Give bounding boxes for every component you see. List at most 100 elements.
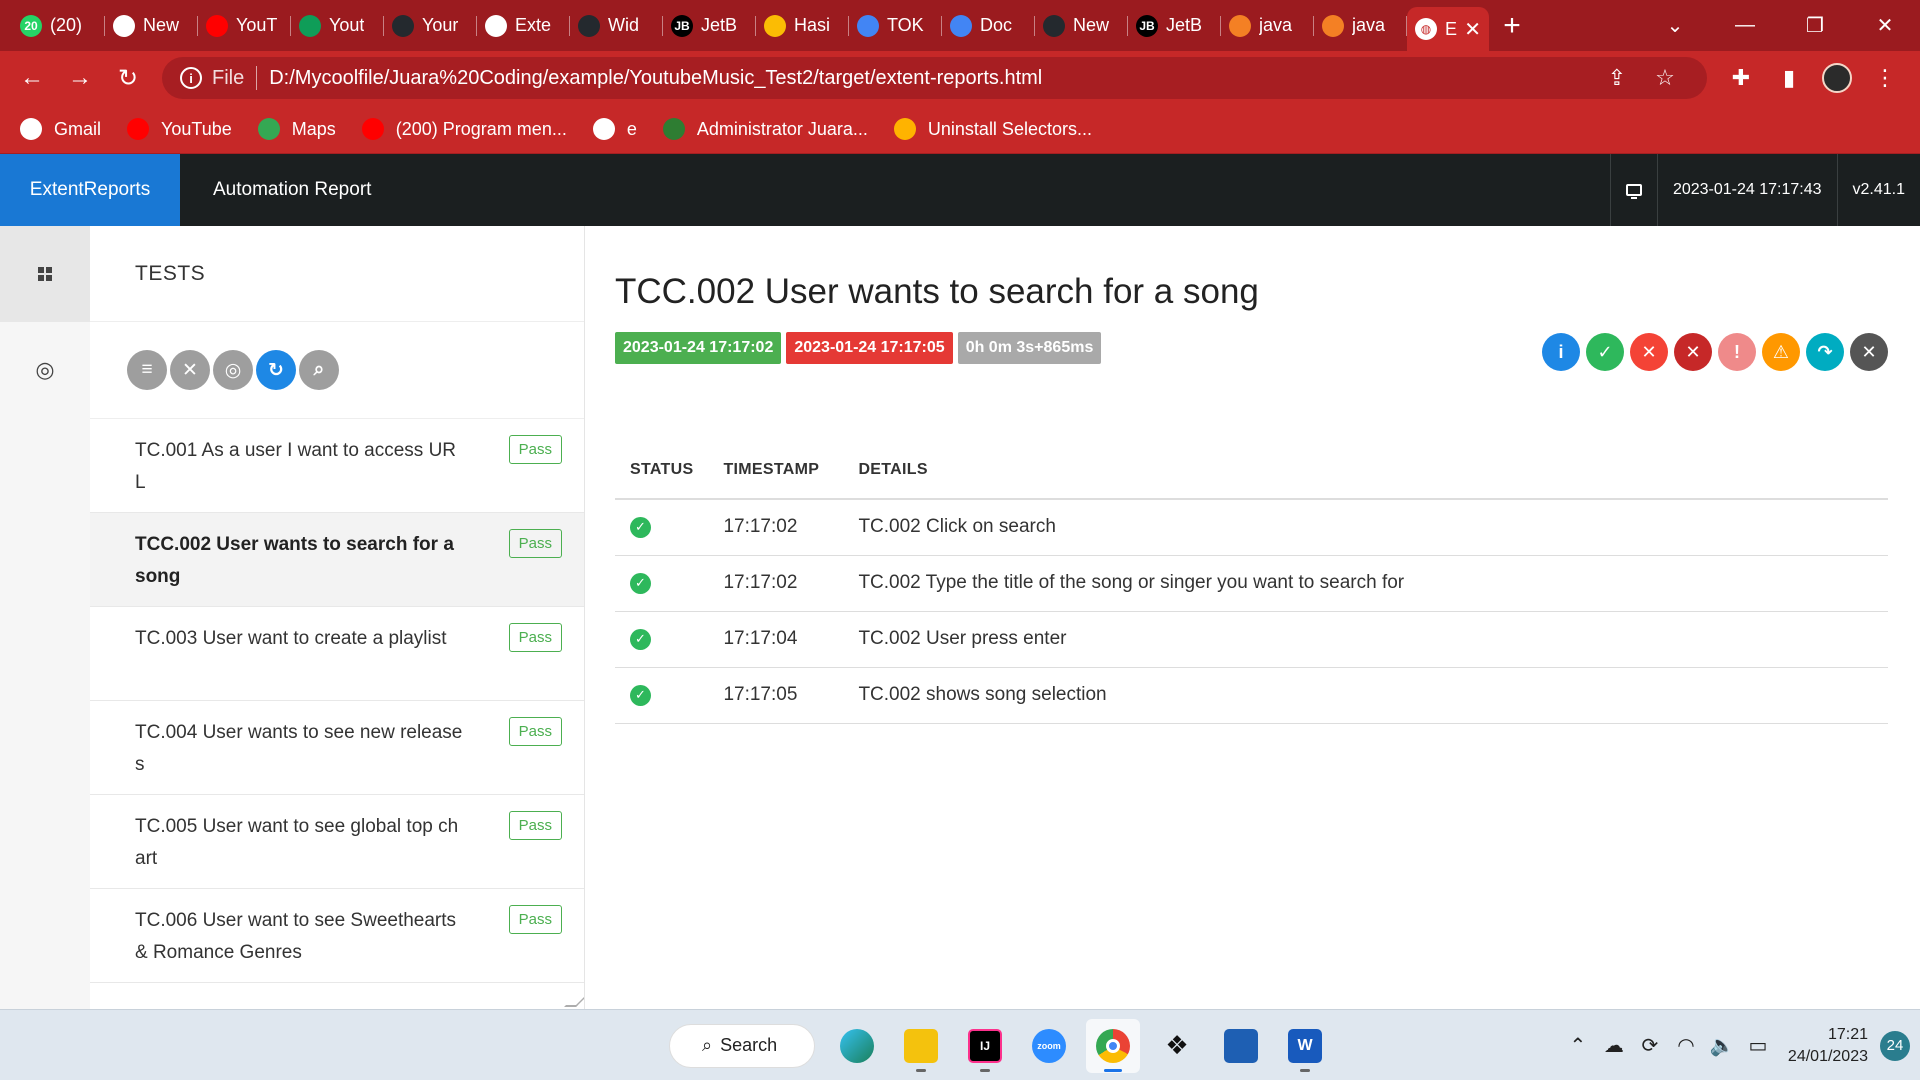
jetbrains-icon: JB xyxy=(671,14,693,37)
bookmark-item[interactable]: Gmail xyxy=(20,118,101,140)
menu-icon[interactable]: ⋮ xyxy=(1861,65,1909,91)
share-icon[interactable]: ⇪ xyxy=(1593,65,1641,91)
taskbar-dropbox[interactable]: ❖ xyxy=(1150,1019,1204,1073)
bookmark-item[interactable]: e xyxy=(592,118,637,140)
close-tab-icon[interactable]: ✕ xyxy=(1464,17,1481,42)
bookmark-item[interactable]: Uninstall Selectors... xyxy=(893,118,1092,140)
extensions-icon[interactable]: ✚ xyxy=(1717,65,1765,91)
new-tab-button[interactable]: + xyxy=(1489,9,1535,43)
warning-icon[interactable]: ⚠ xyxy=(1762,333,1800,371)
profile-avatar[interactable] xyxy=(1822,63,1852,93)
refresh-icon[interactable]: ↻ xyxy=(256,350,296,390)
radar-icon: ◎ xyxy=(35,357,55,382)
filter-clear-icon[interactable]: ✕ xyxy=(170,350,210,390)
fail-icon[interactable]: ✕ xyxy=(1630,333,1668,371)
google-icon xyxy=(20,118,42,140)
browser-tab[interactable]: Doc xyxy=(942,8,1035,44)
bookmark-item[interactable]: Maps xyxy=(257,118,336,140)
url-text[interactable]: D:/Mycoolfile/Juara%20Coding/example/You… xyxy=(269,67,1593,90)
monitor-icon[interactable] xyxy=(1609,154,1657,226)
volume-icon[interactable]: 🔈 xyxy=(1704,1033,1740,1058)
taskbar: ⌕ Search IJ zoom ❖ W ⌃ ☁ ⟳ ◠ 🔈 ▭ 17:21 2… xyxy=(0,1009,1920,1080)
test-list-item[interactable]: TC.003 User want to create a playlist Pas… xyxy=(90,607,584,701)
browser-tab[interactable]: JB JetB xyxy=(1128,8,1221,44)
left-nav: ◎ xyxy=(0,226,90,1009)
battery-icon[interactable]: ▭ xyxy=(1740,1033,1776,1058)
test-list-item[interactable]: TC.001 As a user I want to access URL Pas… xyxy=(90,419,584,513)
word-icon: W xyxy=(1288,1028,1322,1063)
bookmark-item[interactable]: (200) Program men... xyxy=(361,118,567,140)
globe-icon xyxy=(485,14,507,37)
sync-icon[interactable]: ⟳ xyxy=(1632,1033,1668,1058)
tab-search-icon[interactable]: ⌄ xyxy=(1640,13,1710,38)
minimize-icon[interactable]: — xyxy=(1710,14,1780,37)
browser-tab[interactable]: JB JetB xyxy=(663,8,756,44)
test-list-item[interactable]: TC.006 User want to see Sweethearts & Ro… xyxy=(90,889,584,983)
reload-icon[interactable]: ↻ xyxy=(104,64,152,93)
browser-tab[interactable]: java xyxy=(1314,8,1407,44)
close-detail-icon[interactable]: ✕ xyxy=(1850,333,1888,371)
resize-handle-icon[interactable] xyxy=(564,995,584,1007)
browser-tab[interactable]: Hasi xyxy=(756,8,849,44)
wifi-icon[interactable]: ◠ xyxy=(1668,1033,1704,1058)
browser-tab[interactable]: Exte xyxy=(477,8,570,44)
log-row: ✓ 17:17:02 TC.002 Click on search xyxy=(615,499,1888,556)
chevron-up-icon[interactable]: ⌃ xyxy=(1560,1033,1596,1058)
test-list-item[interactable]: TC.004 User wants to see new releases Pas… xyxy=(90,701,584,795)
test-list-item[interactable]: TC.005 User want to see global top chart… xyxy=(90,795,584,889)
browser-tab[interactable]: TOK xyxy=(849,8,942,44)
taskbar-zoom[interactable]: zoom xyxy=(1022,1019,1076,1073)
browser-tab[interactable]: 20 (20) xyxy=(12,8,105,44)
end-time-tag: 2023-01-24 17:17:05 xyxy=(786,332,953,364)
maps-icon xyxy=(257,118,280,140)
browser-tab[interactable]: Yout xyxy=(291,8,384,44)
skip-icon[interactable]: ↷ xyxy=(1806,333,1844,371)
browser-tab[interactable]: New xyxy=(1035,8,1128,44)
filter-all-icon[interactable]: ≡ xyxy=(127,350,167,390)
browser-tab[interactable]: New xyxy=(105,8,198,44)
forward-icon[interactable]: → xyxy=(56,64,104,92)
brand-logo[interactable]: ExtentReports xyxy=(0,154,180,226)
test-list-item[interactable]: TCC.002 User wants to search for a song P… xyxy=(90,513,584,607)
bookmark-item[interactable]: Administrator Juara... xyxy=(662,118,868,140)
taskbar-edge[interactable] xyxy=(830,1019,884,1073)
error-icon[interactable]: ! xyxy=(1718,333,1756,371)
stackoverflow-icon xyxy=(1322,14,1344,37)
address-bar[interactable]: i File D:/Mycoolfile/Juara%20Coding/exam… xyxy=(162,57,1707,99)
restore-icon[interactable]: ❐ xyxy=(1780,13,1850,38)
clock[interactable]: 17:21 24/01/2023 xyxy=(1788,1024,1868,1068)
tab-title: JetB xyxy=(701,15,738,35)
start-button[interactable] xyxy=(600,1019,654,1073)
pass-icon[interactable]: ✓ xyxy=(1586,333,1624,371)
filter-category-icon[interactable]: ◎ xyxy=(213,350,253,390)
notification-badge[interactable]: 24 xyxy=(1880,1030,1910,1061)
browser-tab[interactable]: java xyxy=(1221,8,1314,44)
browser-tab[interactable]: Wid xyxy=(570,8,663,44)
side-panel-icon[interactable]: ▮ xyxy=(1765,65,1813,91)
site-info-icon[interactable]: i xyxy=(180,67,202,89)
nav-dashboard[interactable]: ◎ xyxy=(0,322,90,418)
report-header: ExtentReports Automation Report 2023-01-… xyxy=(0,154,1920,226)
onedrive-icon[interactable]: ☁ xyxy=(1596,1033,1632,1058)
search-icon[interactable]: ⌕ xyxy=(299,350,339,390)
clock-time: 17:21 xyxy=(1827,1025,1868,1043)
taskbar-chrome[interactable] xyxy=(1086,1018,1140,1073)
browser-tab[interactable]: Your xyxy=(384,8,477,44)
jetbrains-icon: JB xyxy=(1136,14,1158,37)
close-window-icon[interactable]: ✕ xyxy=(1850,13,1920,38)
log-table-header: STATUS TIMESTAMP DETAILS xyxy=(615,441,1888,500)
browser-tab[interactable]: YouT xyxy=(198,8,291,44)
active-tab[interactable]: ◍ E ✕ xyxy=(1407,7,1489,51)
taskbar-store[interactable] xyxy=(1214,1019,1268,1073)
fatal-icon[interactable]: ✕ xyxy=(1674,333,1712,371)
bookmark-star-icon[interactable]: ☆ xyxy=(1641,65,1689,91)
taskbar-intellij[interactable]: IJ xyxy=(958,1019,1012,1073)
taskbar-explorer[interactable] xyxy=(894,1019,948,1073)
back-icon[interactable]: ← xyxy=(8,64,56,92)
info-icon[interactable]: i xyxy=(1542,333,1580,371)
taskbar-word[interactable]: W xyxy=(1278,1019,1332,1073)
test-tags: 2023-01-24 17:17:02 2023-01-24 17:17:05 … xyxy=(615,332,1106,364)
bookmark-item[interactable]: YouTube xyxy=(127,118,232,140)
nav-tests[interactable] xyxy=(0,226,90,322)
taskbar-search[interactable]: ⌕ Search xyxy=(669,1023,815,1068)
